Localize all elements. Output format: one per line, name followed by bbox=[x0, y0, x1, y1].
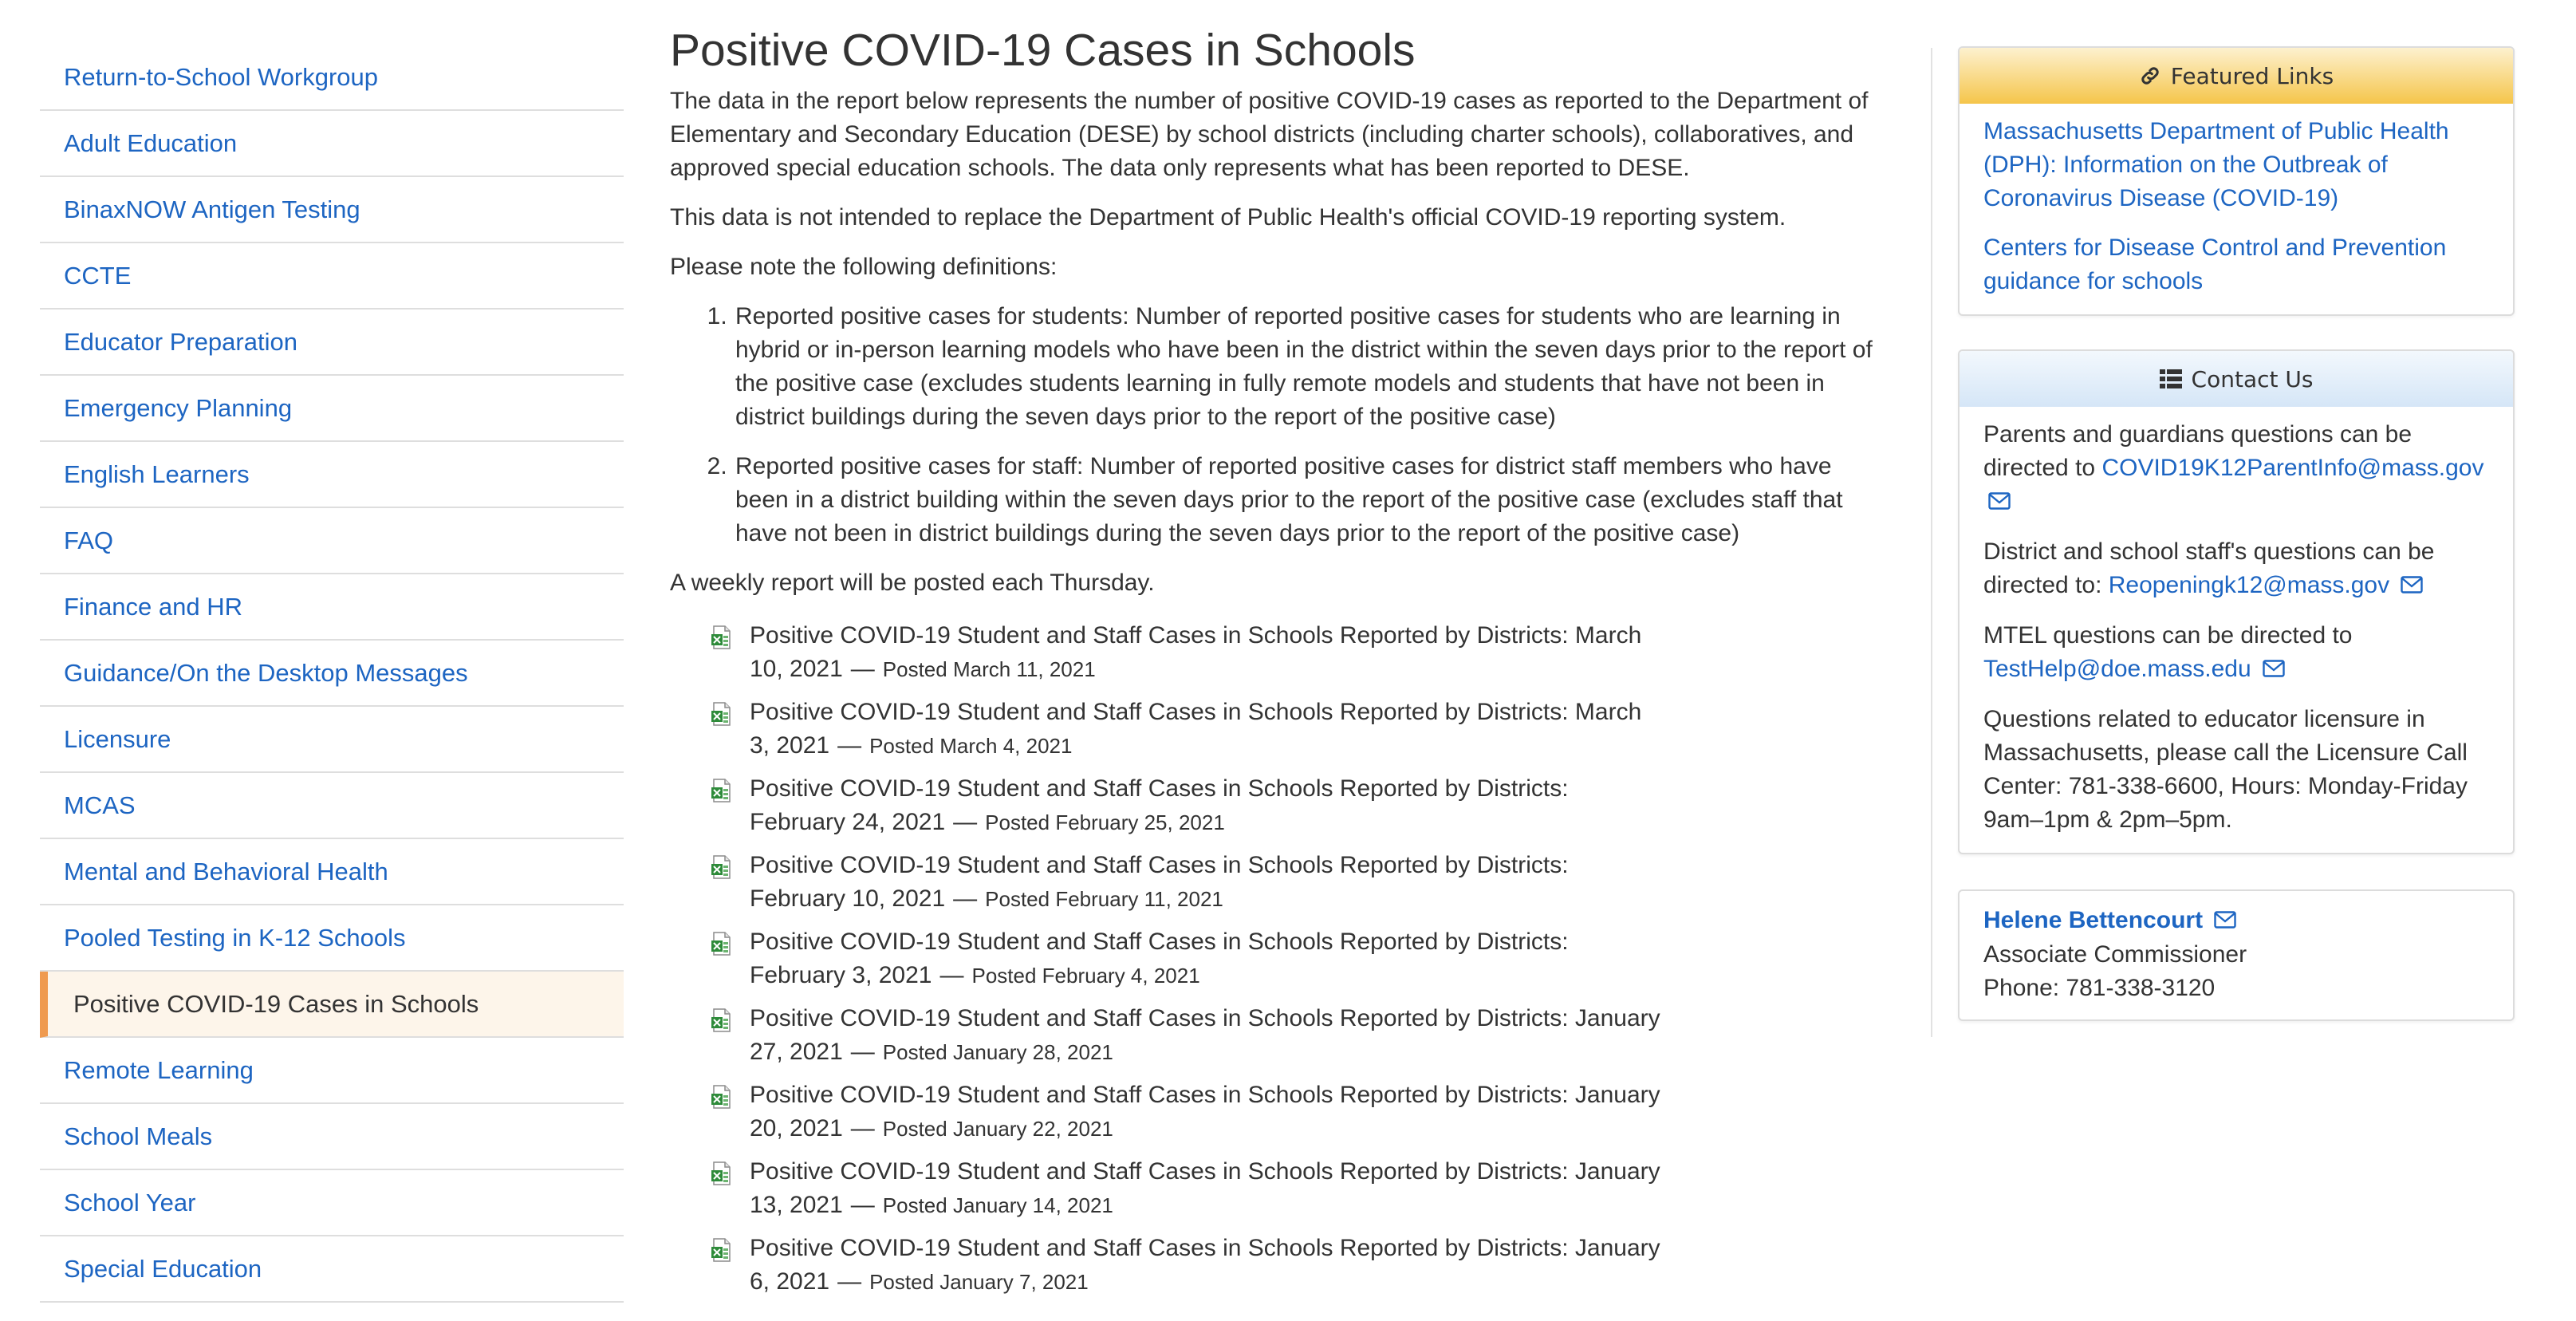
sidebar-item-mental-and-behavioral-health[interactable]: Mental and Behavioral Health bbox=[40, 839, 624, 905]
sidebar-item-finance-and-hr[interactable]: Finance and HR bbox=[40, 574, 624, 641]
list-item: Positive COVID-19 Student and Staff Case… bbox=[670, 619, 1667, 686]
report-list: Positive COVID-19 Student and Staff Case… bbox=[670, 619, 1890, 1299]
contact-header: Contact Us bbox=[1960, 351, 2513, 407]
page-title: Positive COVID-19 Cases in Schools bbox=[670, 25, 1416, 76]
list-item: Positive COVID-19 Student and Staff Case… bbox=[670, 925, 1667, 992]
sidebar-item-return-to-school-workgroup[interactable]: Return-to-School Workgroup bbox=[40, 45, 624, 111]
sidebar-item-ccte[interactable]: CCTE bbox=[40, 243, 624, 310]
list-item: Positive COVID-19 Student and Staff Case… bbox=[670, 1155, 1667, 1222]
column-divider bbox=[1931, 48, 1932, 1037]
sidebar-item-emergency-planning[interactable]: Emergency Planning bbox=[40, 376, 624, 442]
spreadsheet-file-icon bbox=[711, 1085, 732, 1109]
spreadsheet-file-icon bbox=[711, 1161, 732, 1185]
spreadsheet-file-icon bbox=[711, 702, 732, 726]
posted-date: Posted January 22, 2021 bbox=[882, 1117, 1113, 1141]
sidebar-item-remote-learning[interactable]: Remote Learning bbox=[40, 1038, 624, 1104]
spreadsheet-file-icon bbox=[711, 779, 732, 802]
sidebar-item-licensure[interactable]: Licensure bbox=[40, 707, 624, 773]
featured-links-panel: Featured Links Massachusetts Department … bbox=[1958, 46, 2515, 316]
person-panel: Helene Bettencourt Associate Commissione… bbox=[1958, 889, 2515, 1022]
sidebar-item-school-meals[interactable]: School Meals bbox=[40, 1104, 624, 1170]
em-dash: — bbox=[850, 656, 875, 682]
spreadsheet-file-icon bbox=[711, 855, 732, 879]
envelope-icon bbox=[2401, 570, 2424, 603]
page: Return-to-School Workgroup Adult Educatio… bbox=[0, 0, 2576, 1321]
main-content: Positive COVID-19 Cases in Schools The d… bbox=[670, 22, 1890, 1308]
list-icon bbox=[2159, 369, 2182, 389]
spreadsheet-file-icon bbox=[711, 932, 732, 956]
posted-date: Posted February 11, 2021 bbox=[985, 887, 1223, 911]
sidebar-item-positive-covid-19-cases-in-schools[interactable]: Positive COVID-19 Cases in Schools bbox=[40, 972, 624, 1038]
posted-date: Posted March 11, 2021 bbox=[882, 657, 1096, 681]
posted-date: Posted February 4, 2021 bbox=[971, 964, 1200, 988]
spreadsheet-file-icon bbox=[711, 1238, 732, 1262]
em-dash: — bbox=[850, 1192, 875, 1218]
weekly-note: A weekly report will be posted each Thur… bbox=[670, 570, 1155, 596]
disclaimer-paragraph: This data is not intended to replace the… bbox=[670, 204, 1786, 231]
mtel-text: MTEL questions can be directed to bbox=[1983, 622, 2353, 649]
list-item: Positive COVID-19 Student and Staff Case… bbox=[670, 772, 1667, 839]
link-icon bbox=[2139, 65, 2161, 87]
posted-date: Posted January 28, 2021 bbox=[882, 1040, 1113, 1064]
contact-body: Parents and guardians questions can be d… bbox=[1960, 407, 2513, 853]
spreadsheet-file-icon bbox=[711, 1008, 732, 1032]
person-role: Associate Commissioner bbox=[1983, 941, 2247, 968]
licensure-contact: Questions related to educator licensure … bbox=[1983, 706, 2468, 834]
posted-date: Posted March 4, 2021 bbox=[869, 734, 1073, 758]
person-name-link[interactable]: Helene Bettencourt bbox=[1983, 907, 2203, 933]
definition-item: Reported positive cases for students: Nu… bbox=[734, 300, 1890, 434]
posted-date: Posted February 25, 2021 bbox=[985, 810, 1225, 834]
list-item: Positive COVID-19 Student and Staff Case… bbox=[670, 849, 1667, 916]
sidebar-item-educator-preparation[interactable]: Educator Preparation bbox=[40, 310, 624, 376]
list-item: Positive COVID-19 Student and Staff Case… bbox=[670, 696, 1667, 763]
featured-links-body: Massachusetts Department of Public Healt… bbox=[1960, 104, 2513, 314]
em-dash: — bbox=[837, 732, 862, 759]
envelope-icon bbox=[2263, 653, 2285, 687]
em-dash: — bbox=[953, 885, 978, 912]
sidebar-item-school-year[interactable]: School Year bbox=[40, 1170, 624, 1236]
sidebar-item-faq[interactable]: FAQ bbox=[40, 508, 624, 574]
list-item: Positive COVID-19 Student and Staff Case… bbox=[670, 1078, 1667, 1146]
sidebar-item-special-education[interactable]: Special Education bbox=[40, 1236, 624, 1303]
cdc-guidance-link[interactable]: Centers for Disease Control and Preventi… bbox=[1983, 235, 2446, 294]
sidebar-item-adult-education[interactable]: Adult Education bbox=[40, 111, 624, 177]
spreadsheet-file-icon bbox=[711, 625, 732, 649]
parents-contact: Parents and guardians questions can be d… bbox=[1983, 418, 2489, 519]
contact-panel: Contact Us Parents and guardians questio… bbox=[1958, 349, 2515, 855]
list-item: Positive COVID-19 Student and Staff Case… bbox=[670, 1232, 1667, 1299]
posted-date: Posted January 7, 2021 bbox=[869, 1270, 1089, 1294]
featured-links-title: Featured Links bbox=[2170, 62, 2334, 89]
intro-paragraph: The data in the report below represents … bbox=[670, 88, 1869, 181]
em-dash: — bbox=[837, 1268, 862, 1295]
sidebar-nav: Return-to-School Workgroup Adult Educatio… bbox=[40, 45, 624, 1303]
staff-email-link[interactable]: Reopeningk12@mass.gov bbox=[2109, 572, 2389, 598]
sidebar-item-guidance-on-the-desktop-messages[interactable]: Guidance/On the Desktop Messages bbox=[40, 641, 624, 707]
envelope-icon[interactable] bbox=[2214, 905, 2237, 938]
em-dash: — bbox=[850, 1115, 875, 1142]
mtel-email-link[interactable]: TestHelp@doe.mass.edu bbox=[1983, 656, 2251, 682]
em-dash: — bbox=[850, 1039, 875, 1065]
list-item: Positive COVID-19 Student and Staff Case… bbox=[670, 1002, 1667, 1069]
sidebar-item-binaxnow-antigen-testing[interactable]: BinaxNOW Antigen Testing bbox=[40, 177, 624, 243]
featured-links-header: Featured Links bbox=[1960, 48, 2513, 104]
person-phone: Phone: 781-338-3120 bbox=[1983, 975, 2216, 1002]
em-dash: — bbox=[939, 962, 964, 988]
staff-contact: District and school staff's questions ca… bbox=[1983, 535, 2489, 603]
envelope-icon bbox=[1988, 486, 2011, 519]
sidebar-item-pooled-testing-in-k-12-schools[interactable]: Pooled Testing in K-12 Schools bbox=[40, 905, 624, 972]
posted-date: Posted January 14, 2021 bbox=[882, 1193, 1113, 1217]
dph-covid-link[interactable]: Massachusetts Department of Public Healt… bbox=[1983, 118, 2449, 211]
mtel-contact: MTEL questions can be directed to TestHe… bbox=[1983, 619, 2489, 687]
sidebar-item-english-learners[interactable]: English Learners bbox=[40, 442, 624, 508]
contact-title: Contact Us bbox=[2191, 365, 2314, 392]
person-body: Helene Bettencourt Associate Commissione… bbox=[1960, 891, 2513, 1019]
definitions-intro: Please note the following definitions: bbox=[670, 254, 1058, 280]
definitions-list: Reported positive cases for students: Nu… bbox=[670, 300, 1890, 550]
em-dash: — bbox=[953, 809, 978, 835]
parents-email-link[interactable]: COVID19K12ParentInfo@mass.gov bbox=[2101, 455, 2483, 481]
definition-item: Reported positive cases for staff: Numbe… bbox=[734, 450, 1890, 550]
sidebar-item-mcas[interactable]: MCAS bbox=[40, 773, 624, 839]
